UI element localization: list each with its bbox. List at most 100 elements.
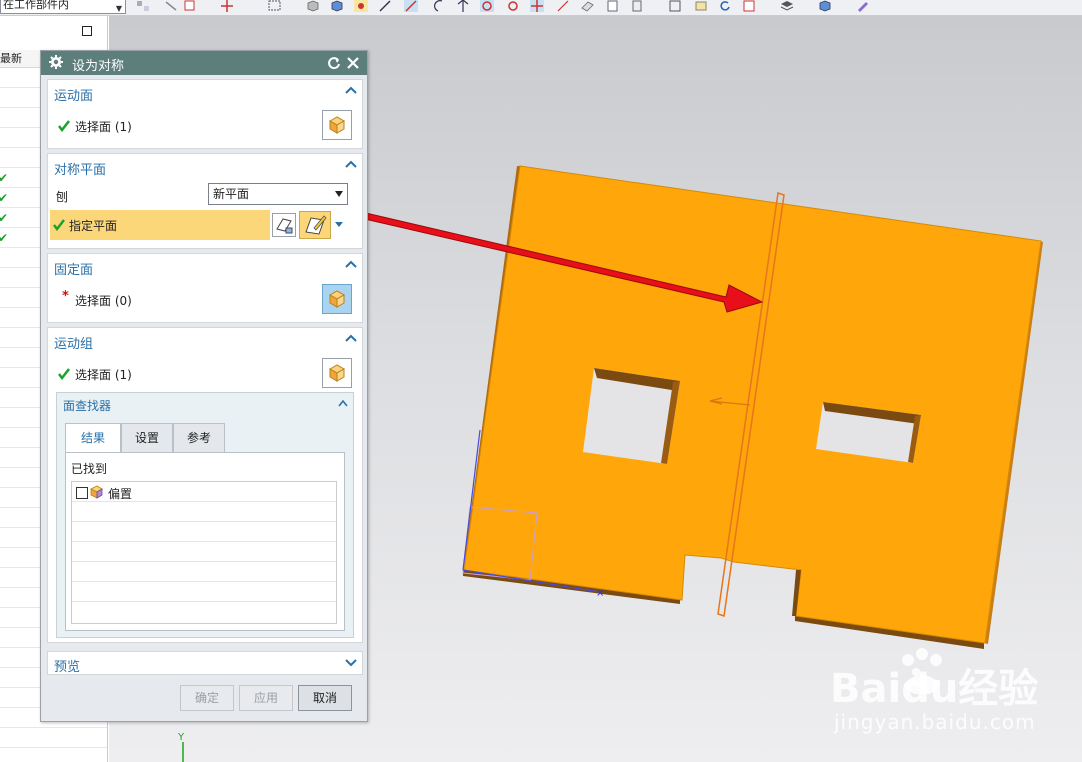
motion-group-section: 运动组 选择面 (1) 面查找器 结果 设置 参考 已找到 偏置	[47, 327, 363, 643]
midpoint-icon[interactable]	[404, 0, 418, 12]
chevron-up-icon[interactable]	[345, 85, 357, 95]
symmetry-plane-section: 对称平面 刨 新平面 指定平面	[47, 153, 363, 249]
world-axis-y-label: Y	[177, 732, 185, 743]
point-on-face-icon[interactable]	[580, 0, 594, 12]
box-select-icon[interactable]	[268, 0, 282, 12]
existing-point-icon[interactable]	[630, 0, 644, 12]
quadrant-icon[interactable]	[506, 0, 520, 12]
section-title[interactable]: 固定面	[54, 259, 93, 278]
section-title[interactable]: 运动组	[54, 333, 93, 352]
solid-body-icon[interactable]	[306, 0, 320, 12]
list-item	[72, 602, 336, 622]
snap-point-icon[interactable]	[220, 0, 234, 12]
section-title[interactable]: 预览	[54, 656, 80, 675]
list-item	[72, 502, 336, 522]
required-asterisk: *	[62, 289, 69, 304]
cancel-button[interactable]: 取消	[298, 685, 352, 711]
edit-object-display-icon[interactable]	[856, 0, 870, 12]
select-object-icon[interactable]	[184, 0, 198, 12]
face-finder-title[interactable]: 面查找器	[63, 397, 111, 414]
latest-column-label: 最新	[0, 52, 22, 65]
tab-results[interactable]: 结果	[65, 423, 121, 453]
found-label: 已找到	[71, 462, 108, 476]
check-icon: ✔	[0, 191, 8, 205]
watermark-url: jingyan.baidu.com	[834, 710, 1036, 734]
chevron-up-icon[interactable]	[338, 399, 348, 407]
endpoint-icon[interactable]	[378, 0, 392, 12]
part-face	[463, 165, 1042, 644]
dialog-title: 设为对称	[72, 59, 125, 74]
tab-settings[interactable]: 设置	[121, 423, 173, 452]
ok-button[interactable]: 确定	[180, 685, 234, 711]
close-icon[interactable]	[345, 55, 361, 71]
tab-reference[interactable]: 参考	[173, 423, 225, 452]
list-item-checkbox[interactable]	[76, 487, 88, 499]
offset-face-icon	[90, 485, 103, 499]
check-icon: ✔	[0, 171, 8, 185]
face-cube-icon	[328, 364, 346, 382]
navigator-row[interactable]	[0, 728, 107, 748]
found-faces-list[interactable]: 偏置	[71, 481, 337, 624]
section-title[interactable]: 运动面	[54, 85, 93, 104]
intersection-icon[interactable]	[530, 0, 544, 12]
chevron-up-icon[interactable]	[345, 333, 357, 343]
plane-method-value: 新平面	[213, 187, 250, 201]
check-icon: ✔	[0, 211, 8, 225]
apply-button[interactable]: 应用	[239, 685, 293, 711]
specify-plane-label: 指定平面	[69, 219, 118, 233]
perpendicular-icon[interactable]	[456, 0, 470, 12]
face-finder-panel: 面查找器 结果 设置 参考 已找到 偏置	[56, 392, 354, 638]
select-filter-icon[interactable]	[136, 0, 150, 12]
plane-pencil-icon	[305, 215, 327, 235]
moving-face-section: 运动面 选择面 (1)	[47, 79, 363, 149]
plane-dialog-icon	[276, 218, 293, 234]
plane-dialog-button[interactable]	[272, 213, 296, 237]
list-item	[72, 562, 336, 582]
chevron-up-icon[interactable]	[345, 259, 357, 269]
specify-plane-row[interactable]: 指定平面	[50, 210, 270, 240]
make-symmetric-dialog: 设为对称 运动面 选择面 (1) 对称平面 刨 新平面 指定平面 固定面 * 选…	[40, 50, 368, 722]
select-face-label: 选择面 (1)	[75, 368, 132, 382]
gear-icon	[49, 55, 63, 69]
point-on-curve-icon[interactable]	[556, 0, 570, 12]
selection-scope-value: 在工作部件内	[3, 0, 69, 11]
section-title[interactable]: 对称平面	[54, 159, 106, 178]
select-face-label: 选择面 (0)	[75, 294, 132, 308]
face-cube-icon	[328, 116, 346, 134]
preview-section: 预览	[47, 651, 363, 675]
chevron-down-icon	[335, 191, 343, 197]
list-item	[72, 582, 336, 602]
maximize-icon[interactable]	[82, 26, 92, 36]
list-item	[72, 542, 336, 562]
shaded-view-icon[interactable]	[818, 0, 832, 12]
select-face-button[interactable]	[322, 110, 352, 140]
inferred-plane-button[interactable]	[299, 211, 331, 239]
select-face-button[interactable]	[322, 358, 352, 388]
check-icon: ✔	[0, 231, 8, 245]
chevron-down-icon[interactable]	[345, 658, 357, 668]
chevron-down-icon[interactable]	[333, 218, 345, 230]
point-snap-icon[interactable]	[354, 0, 368, 12]
chevron-up-icon[interactable]	[345, 159, 357, 169]
fit-view-icon[interactable]	[668, 0, 682, 12]
list-item[interactable]: 偏置	[72, 482, 336, 502]
reset-icon[interactable]	[326, 55, 342, 71]
list-item-label: 偏置	[108, 487, 133, 501]
plane-method-dropdown[interactable]: 新平面	[208, 183, 348, 205]
arc-center-icon[interactable]	[432, 0, 446, 12]
zoom-icon[interactable]	[694, 0, 708, 12]
sheet-body-icon[interactable]	[330, 0, 344, 12]
render-style-icon[interactable]	[780, 0, 794, 12]
rotate-view-icon[interactable]	[718, 0, 732, 12]
deselect-icon[interactable]	[164, 0, 178, 12]
orient-view-icon[interactable]	[742, 0, 756, 12]
wcs-x-label: ×	[596, 588, 604, 599]
select-face-button[interactable]	[322, 284, 352, 314]
selection-scope-dropdown[interactable]: 在工作部件内 ▼	[0, 0, 126, 14]
stationary-face-section: 固定面 * 选择面 (0)	[47, 253, 363, 323]
create-label: 刨	[56, 190, 69, 204]
circle-center-icon[interactable]	[480, 0, 494, 12]
bounded-grid-icon[interactable]	[606, 0, 620, 12]
face-cube-icon	[328, 290, 346, 308]
dialog-title-bar[interactable]: 设为对称	[41, 51, 367, 75]
